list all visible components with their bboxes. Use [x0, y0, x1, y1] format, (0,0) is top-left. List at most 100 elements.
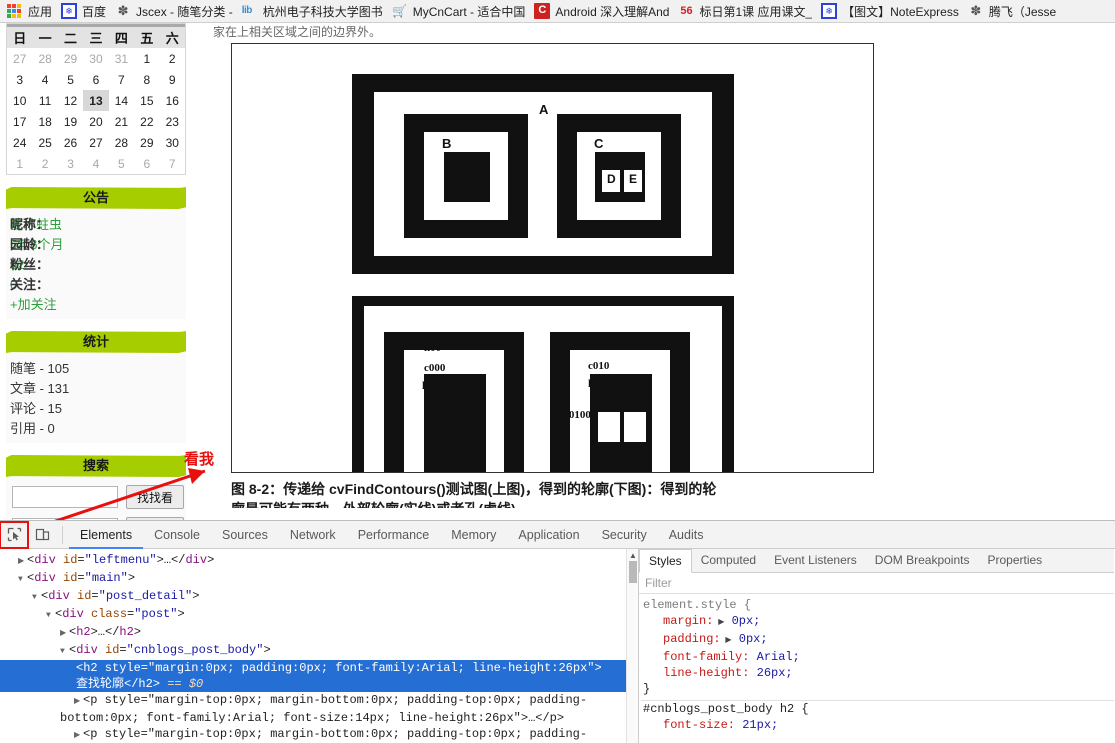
- calendar-day-cell[interactable]: 2: [160, 48, 185, 69]
- calendar-day-cell[interactable]: 7: [109, 69, 134, 90]
- dom-tree-line[interactable]: bottom:0px; font-family:Arial; font-size…: [0, 710, 638, 726]
- calendar-day-cell[interactable]: 9: [160, 69, 185, 90]
- calendar-day-cell[interactable]: 7: [160, 153, 185, 174]
- style-property[interactable]: line-height: 26px;: [641, 665, 1114, 681]
- tab-computed[interactable]: Computed: [692, 549, 765, 572]
- scrollbar-thumb[interactable]: [629, 561, 637, 583]
- dom-tree-line[interactable]: <div id="post_detail">: [0, 588, 638, 606]
- chevron-down-icon[interactable]: [32, 588, 41, 606]
- calendar-day-cell[interactable]: 1: [134, 48, 159, 69]
- device-toolbar-button[interactable]: [28, 522, 56, 548]
- scroll-up-arrow[interactable]: ▲: [629, 551, 637, 560]
- calendar-day-cell[interactable]: 13: [83, 90, 109, 111]
- calendar-day-cell[interactable]: 2: [32, 153, 57, 174]
- style-declaration-line[interactable]: #cnblogs_post_body h2 {: [641, 701, 1114, 717]
- dom-tree-line[interactable]: <p style="margin-top:0px; margin-bottom:…: [0, 692, 638, 710]
- calendar-day-cell[interactable]: 3: [7, 69, 32, 90]
- calendar-day-cell[interactable]: 5: [58, 69, 83, 90]
- styles-filter-input[interactable]: Filter: [639, 573, 1114, 594]
- calendar-day-cell[interactable]: 14: [109, 90, 134, 111]
- bookmark-tengfei[interactable]: ✽ 腾飞（Jesse: [965, 1, 1062, 22]
- dom-tree-line[interactable]: <div id="cnblogs_post_body">: [0, 642, 638, 660]
- dom-tree-line[interactable]: <div id="main">: [0, 570, 638, 588]
- calendar-day-cell[interactable]: 10: [7, 90, 32, 111]
- style-property[interactable]: font-size: 21px;: [641, 717, 1114, 733]
- tab-elements[interactable]: Elements: [69, 522, 144, 549]
- calendar-day-cell[interactable]: 28: [109, 132, 134, 153]
- dom-tree-line[interactable]: <p style="margin-top:0px; margin-bottom:…: [0, 726, 638, 743]
- expand-arrow-icon[interactable]: ▶: [713, 618, 724, 627]
- tab-styles[interactable]: Styles: [639, 549, 692, 573]
- tab-properties[interactable]: Properties: [978, 549, 1051, 572]
- calendar-day-cell[interactable]: 21: [109, 111, 134, 132]
- calendar-day-cell[interactable]: 20: [83, 111, 108, 132]
- chevron-down-icon[interactable]: [60, 642, 69, 660]
- expand-arrow-icon[interactable]: ▶: [721, 636, 731, 645]
- dom-tree-selected-node[interactable]: <h2 style="margin:0px; padding:0px; font…: [0, 660, 638, 692]
- inspect-element-button[interactable]: [0, 520, 29, 549]
- bookmark-jscex[interactable]: ✽ Jscex - 随笔分类 -: [112, 1, 239, 22]
- calendar-day-cell[interactable]: 31: [109, 48, 134, 69]
- calendar-day-cell[interactable]: 6: [134, 153, 159, 174]
- calendar-day-cell[interactable]: 11: [32, 90, 57, 111]
- calendar-day-cell[interactable]: 3: [58, 153, 83, 174]
- bookmark-japanese-lesson[interactable]: 56 标日第1课 应用课文_: [675, 1, 818, 22]
- calendar-day-cell[interactable]: 25: [32, 132, 57, 153]
- chevron-down-icon[interactable]: [18, 570, 27, 588]
- add-follow-link[interactable]: +加关注: [10, 297, 57, 312]
- calendar-day-cell[interactable]: 19: [58, 111, 83, 132]
- bookmark-apps[interactable]: 应用: [4, 1, 58, 22]
- tab-event-listeners[interactable]: Event Listeners: [765, 549, 866, 572]
- dom-tree-scrollbar[interactable]: ▲: [626, 549, 638, 743]
- calendar-day-cell[interactable]: 26: [58, 132, 83, 153]
- calendar-day-cell[interactable]: 27: [7, 48, 32, 69]
- style-property[interactable]: padding: ▶ 0px;: [641, 631, 1114, 649]
- chevron-right-icon[interactable]: [18, 552, 27, 570]
- calendar-day-cell[interactable]: 8: [134, 69, 159, 90]
- calendar-day-cell[interactable]: 15: [134, 90, 159, 111]
- dom-tree-line[interactable]: <div class="post">: [0, 606, 638, 624]
- dom-tree-line[interactable]: <h2>…</h2>: [0, 624, 638, 642]
- style-property[interactable]: font-family: Arial;: [641, 649, 1114, 665]
- tab-security[interactable]: Security: [591, 522, 658, 549]
- chevron-right-icon[interactable]: [74, 726, 83, 743]
- calendar-day-cell[interactable]: 28: [32, 48, 57, 69]
- calendar-day-cell[interactable]: 30: [83, 48, 108, 69]
- calendar-day-cell[interactable]: 18: [32, 111, 57, 132]
- style-declaration-line[interactable]: element.style {: [641, 597, 1114, 613]
- calendar-day-cell[interactable]: 6: [83, 69, 108, 90]
- tab-dom-breakpoints[interactable]: DOM Breakpoints: [866, 549, 979, 572]
- calendar-day-cell[interactable]: 1: [7, 153, 32, 174]
- add-follow-row[interactable]: +加关注: [10, 295, 184, 315]
- search-site-button[interactable]: 找找看: [126, 485, 184, 509]
- bookmark-mycncart[interactable]: 🛒 MyCnCart - 适合中国: [389, 1, 532, 22]
- tab-console[interactable]: Console: [143, 522, 211, 549]
- bookmark-noteexpress[interactable]: ❄ 【图文】NoteExpress: [818, 1, 965, 22]
- search-input-site[interactable]: [12, 486, 118, 508]
- calendar-day-cell[interactable]: 24: [7, 132, 32, 153]
- dom-tree-line[interactable]: <div id="leftmenu">…</div>: [0, 552, 638, 570]
- chevron-right-icon[interactable]: [60, 624, 69, 642]
- calendar-day-cell[interactable]: 4: [83, 153, 108, 174]
- tab-application[interactable]: Application: [507, 522, 590, 549]
- calendar-day-cell[interactable]: 16: [160, 90, 185, 111]
- calendar-day-cell[interactable]: 4: [32, 69, 57, 90]
- calendar-day-cell[interactable]: 12: [58, 90, 83, 111]
- tab-sources[interactable]: Sources: [211, 522, 279, 549]
- calendar-day-cell[interactable]: 30: [160, 132, 185, 153]
- bookmark-android[interactable]: C Android 深入理解And: [531, 1, 675, 22]
- bookmark-library[interactable]: lib 杭州电子科技大学图书: [239, 1, 389, 22]
- calendar-day-cell[interactable]: 23: [160, 111, 185, 132]
- chevron-right-icon[interactable]: [74, 692, 83, 710]
- calendar-day-cell[interactable]: 27: [83, 132, 108, 153]
- chevron-down-icon[interactable]: [46, 606, 55, 624]
- tab-network[interactable]: Network: [279, 522, 347, 549]
- tab-memory[interactable]: Memory: [440, 522, 507, 549]
- style-property[interactable]: margin: ▶ 0px;: [641, 613, 1114, 631]
- calendar-day-cell[interactable]: 29: [134, 132, 159, 153]
- dom-tree-pane[interactable]: <div id="leftmenu">…</div><div id="main"…: [0, 549, 639, 743]
- calendar-day-cell[interactable]: 17: [7, 111, 32, 132]
- tab-performance[interactable]: Performance: [347, 522, 441, 549]
- style-declaration-line[interactable]: }: [641, 681, 1114, 697]
- calendar-day-cell[interactable]: 5: [109, 153, 134, 174]
